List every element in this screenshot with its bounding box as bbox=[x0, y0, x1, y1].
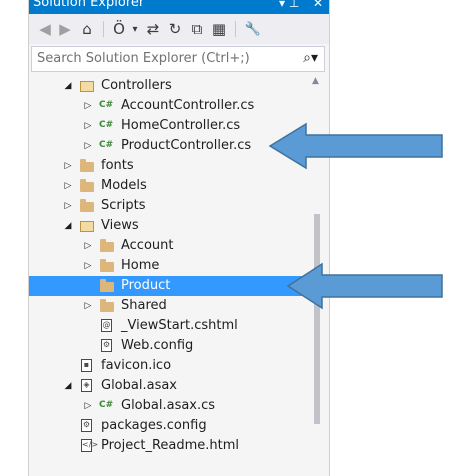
search-placeholder: Search Solution Explorer (Ctrl+;) bbox=[37, 51, 250, 66]
tree-item[interactable]: </> Project_Readme.html bbox=[29, 436, 315, 456]
tree-item-label: favicon.ico bbox=[101, 358, 172, 373]
sync-icon[interactable]: ⇄ bbox=[143, 19, 163, 39]
expand-arrow-icon bbox=[83, 339, 93, 353]
tree-item[interactable]: ▷ Account bbox=[29, 236, 315, 256]
expand-arrow-icon bbox=[63, 419, 73, 433]
expand-arrow-icon[interactable]: ▷ bbox=[83, 99, 93, 113]
expand-arrow-icon[interactable]: ▷ bbox=[83, 299, 93, 313]
close-icon[interactable]: ✕ bbox=[313, 0, 323, 11]
tree-item[interactable]: ⚙ Web.config bbox=[29, 336, 315, 356]
tree-item-label: _ViewStart.cshtml bbox=[121, 318, 238, 333]
forward-icon[interactable]: ▶ bbox=[55, 19, 75, 39]
csharp-file-icon: C# bbox=[99, 120, 114, 130]
collapse-all-icon[interactable]: ⧉ bbox=[187, 19, 207, 39]
tree-item-label: Models bbox=[101, 178, 147, 193]
expand-arrow-icon[interactable]: ▷ bbox=[63, 159, 73, 173]
expand-arrow-icon[interactable]: ▷ bbox=[83, 119, 93, 133]
folder-icon bbox=[99, 259, 115, 273]
expand-arrow-icon bbox=[83, 279, 93, 293]
csharp-file-icon: C# bbox=[99, 140, 114, 150]
folder-icon bbox=[79, 199, 95, 213]
folder-icon bbox=[99, 299, 115, 313]
toolbar-separator bbox=[235, 21, 236, 37]
tree-item[interactable]: ⚙ packages.config bbox=[29, 416, 315, 436]
collapse-arrow-icon[interactable]: ◢ bbox=[63, 379, 73, 393]
search-icon[interactable]: ⌕▾ bbox=[303, 50, 318, 66]
asax-file-icon: ◈ bbox=[79, 379, 95, 393]
expand-arrow-icon[interactable]: ▷ bbox=[83, 139, 93, 153]
folder-icon bbox=[79, 179, 95, 193]
properties-icon[interactable]: 🔧 bbox=[243, 19, 263, 39]
tree-item-label: Scripts bbox=[101, 198, 146, 213]
tree-item-label: AccountController.cs bbox=[121, 98, 255, 113]
tree-item[interactable]: ◢ Views bbox=[29, 216, 315, 236]
tree-item[interactable]: ▷ Shared bbox=[29, 296, 315, 316]
folder-icon bbox=[99, 239, 115, 253]
folder-icon bbox=[79, 159, 95, 173]
expand-arrow-icon[interactable]: ▷ bbox=[63, 199, 73, 213]
tree-item[interactable]: ◢ Controllers bbox=[29, 76, 315, 96]
tree-item-label: Global.asax bbox=[101, 378, 178, 393]
config-file-icon: ⚙ bbox=[79, 419, 95, 433]
tree-item[interactable]: ▷ Models bbox=[29, 176, 315, 196]
search-input[interactable]: Search Solution Explorer (Ctrl+;) ⌕▾ bbox=[31, 46, 325, 72]
annotation-arrow-productcontroller bbox=[268, 122, 443, 170]
tree-item[interactable]: Product bbox=[29, 276, 315, 296]
tree-item-label: HomeController.cs bbox=[121, 118, 241, 133]
show-all-files-icon[interactable]: ▦ bbox=[209, 19, 229, 39]
tree-item[interactable]: ◢ ◈ Global.asax bbox=[29, 376, 315, 396]
tree-item-label: Global.asax.cs bbox=[121, 398, 216, 413]
expand-arrow-icon[interactable]: ▷ bbox=[63, 179, 73, 193]
tree-item-label: Home bbox=[121, 258, 160, 273]
tree-item-label: fonts bbox=[101, 158, 134, 173]
collapse-arrow-icon[interactable]: ◢ bbox=[63, 79, 73, 93]
scroll-up-icon[interactable]: ▲ bbox=[312, 76, 319, 86]
folder-open-icon bbox=[79, 219, 95, 233]
tree-item-label: Shared bbox=[121, 298, 167, 313]
pin-icon[interactable]: ▾ ⊥ bbox=[279, 0, 299, 11]
tree-item[interactable]: ▷ C# Global.asax.cs bbox=[29, 396, 315, 416]
title-bar: Solution Explorer ▾ ⊥ ✕ bbox=[29, 0, 329, 14]
expand-arrow-icon[interactable]: ▷ bbox=[83, 239, 93, 253]
tree-item[interactable]: ▷ C# AccountController.cs bbox=[29, 96, 315, 116]
expand-arrow-icon[interactable]: ▷ bbox=[83, 399, 93, 413]
tree-item-label: packages.config bbox=[101, 418, 207, 433]
tree-item[interactable]: ▷ Home bbox=[29, 256, 315, 276]
config-file-icon: ⚙ bbox=[99, 339, 115, 353]
expand-arrow-icon bbox=[63, 359, 73, 373]
toolbar-separator bbox=[103, 21, 104, 37]
tree-item[interactable]: ▷ Scripts bbox=[29, 196, 315, 216]
tree-item[interactable]: ▪ favicon.ico bbox=[29, 356, 315, 376]
tree-item[interactable]: @ _ViewStart.cshtml bbox=[29, 316, 315, 336]
tree-item-label: Project_Readme.html bbox=[101, 438, 240, 453]
tree-item-label: Web.config bbox=[121, 338, 194, 353]
razor-file-icon: @ bbox=[99, 319, 115, 333]
collapse-arrow-icon[interactable]: ◢ bbox=[63, 219, 73, 233]
expand-arrow-icon bbox=[63, 439, 73, 453]
scrollbar-thumb[interactable] bbox=[314, 214, 320, 424]
image-file-icon: ▪ bbox=[79, 359, 95, 373]
solution-explorer-panel: Solution Explorer ▾ ⊥ ✕ ◀ ▶ ⌂ Ö ▾ ⇄ ↻ ⧉ … bbox=[28, 0, 330, 476]
csharp-file-icon: C# bbox=[99, 400, 114, 410]
expand-arrow-icon[interactable]: ▷ bbox=[83, 259, 93, 273]
annotation-arrow-product-folder bbox=[286, 262, 443, 310]
csharp-file-icon: C# bbox=[99, 100, 114, 110]
chevron-down-icon[interactable]: ▾ bbox=[125, 19, 145, 39]
back-icon[interactable]: ◀ bbox=[35, 19, 55, 39]
tree-item-label: Controllers bbox=[101, 78, 172, 93]
tree-item-label: ProductController.cs bbox=[121, 138, 252, 153]
window-title: Solution Explorer bbox=[33, 0, 145, 10]
tree-item-label: Product bbox=[121, 278, 171, 293]
home-icon[interactable]: ⌂ bbox=[77, 19, 97, 39]
refresh-icon[interactable]: ↻ bbox=[165, 19, 185, 39]
tree-item-label: Account bbox=[121, 238, 174, 253]
folder-icon bbox=[99, 279, 115, 293]
expand-arrow-icon bbox=[83, 319, 93, 333]
toolbar: ◀ ▶ ⌂ Ö ▾ ⇄ ↻ ⧉ ▦ 🔧 bbox=[29, 14, 329, 44]
tree-item-label: Views bbox=[101, 218, 139, 233]
html-file-icon: </> bbox=[79, 439, 98, 453]
folder-open-icon bbox=[79, 79, 95, 93]
